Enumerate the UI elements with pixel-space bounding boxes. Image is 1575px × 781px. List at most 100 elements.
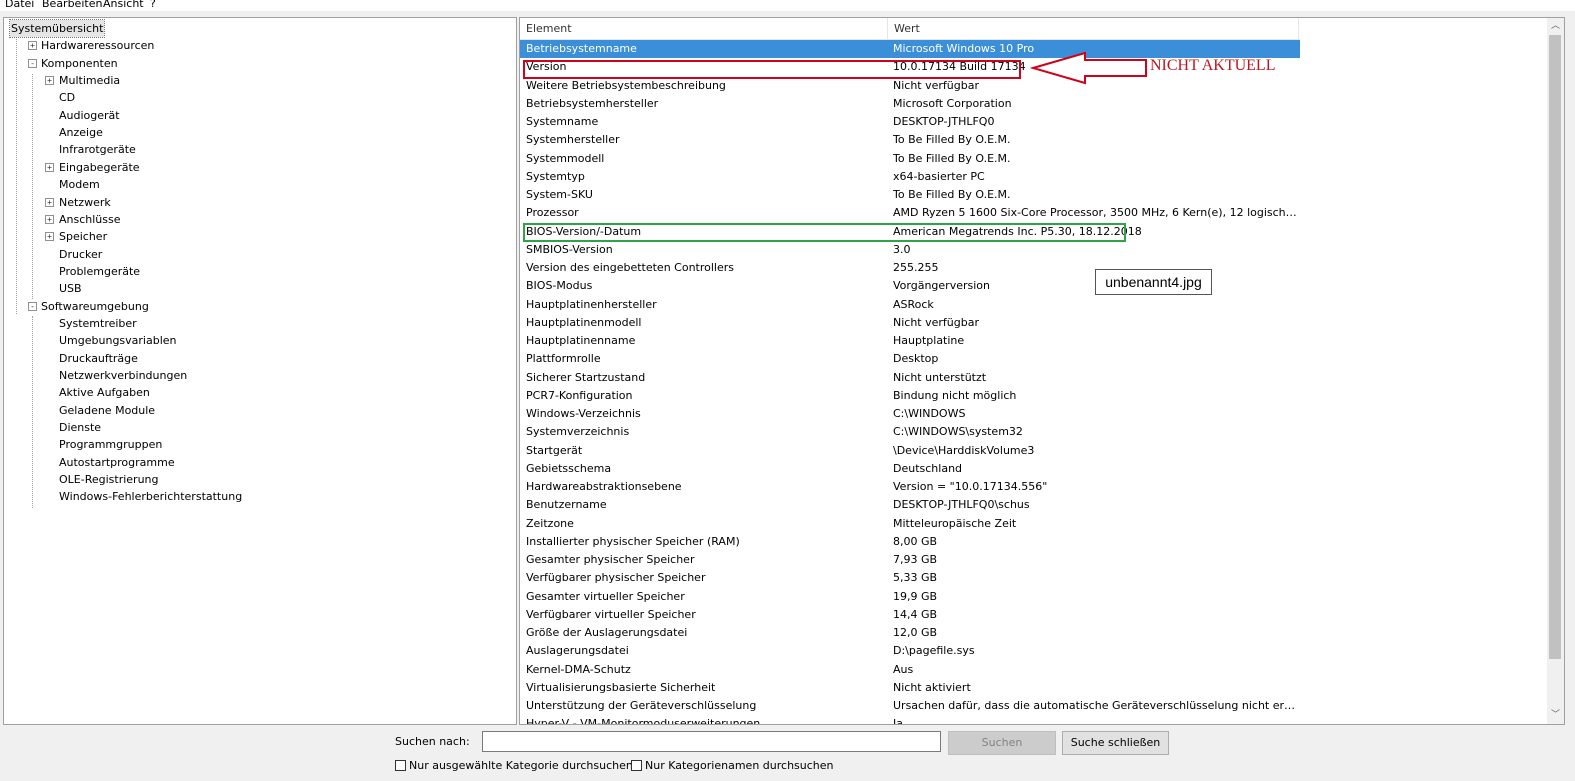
table-row[interactable]: Auslagerungsdatei D:\pagefile.sys: [520, 642, 1300, 660]
table-row[interactable]: PCR7-Konfiguration Bindung nicht möglich: [520, 387, 1300, 405]
table-row[interactable]: Verfügbarer physischer Speicher 5,33 GB: [520, 569, 1300, 587]
table-row[interactable]: Betriebsystemname Microsoft Windows 10 Pr…: [520, 40, 1300, 58]
table-row[interactable]: System-SKU To Be Filled By O.E.M.: [520, 186, 1300, 204]
table-row[interactable]: Kernel-DMA-Schutz Aus: [520, 661, 1300, 679]
table-row[interactable]: Größe der Auslagerungsdatei 12,0 GB: [520, 624, 1300, 642]
menu-help[interactable]: ?: [150, 0, 156, 10]
menu-ansicht[interactable]: Ansicht: [103, 0, 144, 10]
row-value-cell: 19,9 GB: [893, 589, 938, 603]
row-value-cell: x64-basierter PC: [893, 169, 985, 183]
table-row[interactable]: Systemhersteller To Be Filled By O.E.M.: [520, 131, 1300, 149]
menu-datei[interactable]: Datei: [5, 0, 34, 10]
expand-icon[interactable]: +: [28, 41, 37, 51]
category-names-option[interactable]: Nur Kategorienamen durchsuchen: [631, 759, 834, 773]
scroll-up-icon[interactable]: ︿: [1547, 18, 1564, 35]
expand-icon[interactable]: +: [45, 162, 54, 172]
table-row[interactable]: Betriebsystemhersteller Microsoft Corpora…: [520, 95, 1300, 113]
expand-icon[interactable]: +: [45, 214, 54, 224]
tree-item-label: Geladene Module: [59, 403, 156, 417]
row-element-cell: Hyper-V - VM-Monitormoduserweiterungen: [526, 717, 761, 725]
row-element-cell: Prozessor: [526, 206, 579, 220]
table-row[interactable]: Benutzername DESKTOP-JTHLFQ0\schus: [520, 496, 1300, 514]
row-element-cell: Benutzername: [526, 498, 607, 512]
row-element-cell: Hauptplatinenhersteller: [526, 297, 657, 311]
tree-item-label: CD: [59, 91, 76, 105]
scroll-thumb[interactable]: [1549, 35, 1561, 659]
row-element-cell: PCR7-Konfiguration: [526, 388, 633, 402]
table-row[interactable]: Hauptplatinenname Hauptplatine: [520, 332, 1300, 350]
table-row[interactable]: Hauptplatinenmodell Nicht verfügbar: [520, 314, 1300, 332]
tree-item-label: Problemgeräte: [59, 264, 141, 278]
table-row[interactable]: Prozessor AMD Ryzen 5 1600 Six-Core Proce…: [520, 204, 1300, 222]
tree-item-label: Druckaufträge: [59, 351, 138, 365]
row-element-cell: SMBIOS-Version: [526, 242, 613, 256]
table-row[interactable]: Sicherer Startzustand Nicht unterstützt: [520, 369, 1300, 387]
tree-item-label: Anschlüsse: [59, 212, 121, 226]
row-element-cell: Weitere Betriebsystembeschreibung: [526, 78, 726, 92]
table-row[interactable]: Hardwareabstraktionsebene Version = "10.0…: [520, 478, 1300, 496]
tree-item-label: USB: [59, 282, 82, 296]
tree-item-label: Infrarotgeräte: [59, 143, 136, 157]
category-names-checkbox[interactable]: [631, 760, 642, 771]
row-element-cell: Betriebsystemhersteller: [526, 96, 659, 110]
category-tree: Systemübersicht + Hardwareressourcen - Kompo…: [3, 17, 517, 725]
tree-item-label: Windows-Fehlerberichterstattung: [59, 490, 243, 504]
row-value-cell: 8,00 GB: [893, 534, 938, 548]
row-element-cell: Hauptplatinenname: [526, 334, 636, 347]
table-row[interactable]: Installierter physischer Speicher (RAM) 8…: [520, 533, 1300, 551]
row-element-cell: Gesamter physischer Speicher: [526, 553, 695, 566]
table-row[interactable]: Gebietsschema Deutschland: [520, 460, 1300, 478]
row-value-cell: Nicht verfügbar: [893, 315, 979, 329]
table-row[interactable]: Gesamter physischer Speicher 7,93 GB: [520, 551, 1300, 569]
row-value-cell: 3.0: [893, 242, 911, 256]
collapse-icon[interactable]: -: [28, 301, 37, 311]
expand-icon[interactable]: +: [45, 197, 54, 207]
table-row[interactable]: Plattformrolle Desktop: [520, 350, 1300, 368]
selected-category-option[interactable]: Nur ausgewählte Kategorie durchsuchen: [395, 759, 633, 773]
close-search-button[interactable]: Suche schließen: [1062, 731, 1169, 755]
tree-item-label: Audiogerät: [59, 108, 120, 122]
table-row[interactable]: Startgerät \Device\HarddiskVolume3: [520, 442, 1300, 460]
table-row[interactable]: Weitere Betriebsystembeschreibung Nicht v…: [520, 77, 1300, 95]
row-element-cell: Virtualisierungsbasierte Sicherheit: [526, 680, 716, 694]
vertical-scrollbar[interactable]: ︿ ﹀: [1547, 18, 1564, 724]
table-row[interactable]: Windows-Verzeichnis C:\WINDOWS: [520, 405, 1300, 423]
table-row[interactable]: Hauptplatinenhersteller ASRock: [520, 296, 1300, 314]
table-row[interactable]: Hyper-V - VM-Monitormoduserweiterungen Ja: [520, 715, 1300, 725]
row-value-cell: To Be Filled By O.E.M.: [893, 151, 1011, 165]
table-row[interactable]: Gesamter virtueller Speicher 19,9 GB: [520, 588, 1300, 606]
row-element-cell: Systemmodell: [526, 151, 605, 165]
expand-icon[interactable]: +: [45, 232, 54, 242]
search-button[interactable]: Suchen: [948, 731, 1056, 755]
table-row[interactable]: Systemmodell To Be Filled By O.E.M.: [520, 150, 1300, 168]
table-row[interactable]: Systemverzeichnis C:\WINDOWS\system32: [520, 423, 1300, 441]
selected-category-checkbox[interactable]: [395, 760, 406, 771]
row-value-cell: DESKTOP-JTHLFQ0\schus: [893, 498, 1030, 512]
filename-label: unbenannt4.jpg: [1095, 269, 1212, 295]
table-row[interactable]: Systemname DESKTOP-JTHLFQ0: [520, 113, 1300, 131]
column-header-element[interactable]: Element: [520, 18, 888, 39]
table-row[interactable]: SMBIOS-Version 3.0: [520, 241, 1300, 259]
table-row[interactable]: Unterstützung der Geräteverschlüsselung U…: [520, 697, 1300, 715]
not-current-annotation: NICHT AKTUELL: [1150, 57, 1276, 74]
table-row[interactable]: Systemtyp x64-basierter PC: [520, 168, 1300, 186]
row-element-cell: Verfügbarer virtueller Speicher: [526, 607, 696, 621]
row-element-cell: Windows-Verzeichnis: [526, 407, 641, 420]
column-header-value[interactable]: Wert: [888, 18, 1299, 39]
row-element-cell: Systemtyp: [526, 169, 585, 183]
row-value-cell: Microsoft Corporation: [893, 96, 1012, 110]
collapse-icon[interactable]: -: [28, 58, 37, 68]
row-element-cell: Systemname: [526, 115, 599, 128]
tree-item-label: Multimedia: [59, 74, 121, 88]
tree-item-label: Umgebungsvariablen: [59, 334, 177, 348]
search-input[interactable]: [482, 731, 941, 752]
tree-item-label: Systemtreiber: [59, 316, 137, 330]
menu-bearbeiten[interactable]: Bearbeiten: [42, 0, 102, 10]
table-row[interactable]: Zeitzone Mitteleuropäische Zeit: [520, 515, 1300, 533]
tree-item-label: Programmgruppen: [59, 438, 163, 452]
table-row[interactable]: Virtualisierungsbasierte Sicherheit Nicht…: [520, 679, 1300, 697]
table-row[interactable]: Verfügbarer virtueller Speicher 14,4 GB: [520, 606, 1300, 624]
expand-icon[interactable]: +: [45, 76, 54, 86]
scroll-down-icon[interactable]: ﹀: [1547, 707, 1564, 724]
row-value-cell: Deutschland: [893, 461, 963, 475]
